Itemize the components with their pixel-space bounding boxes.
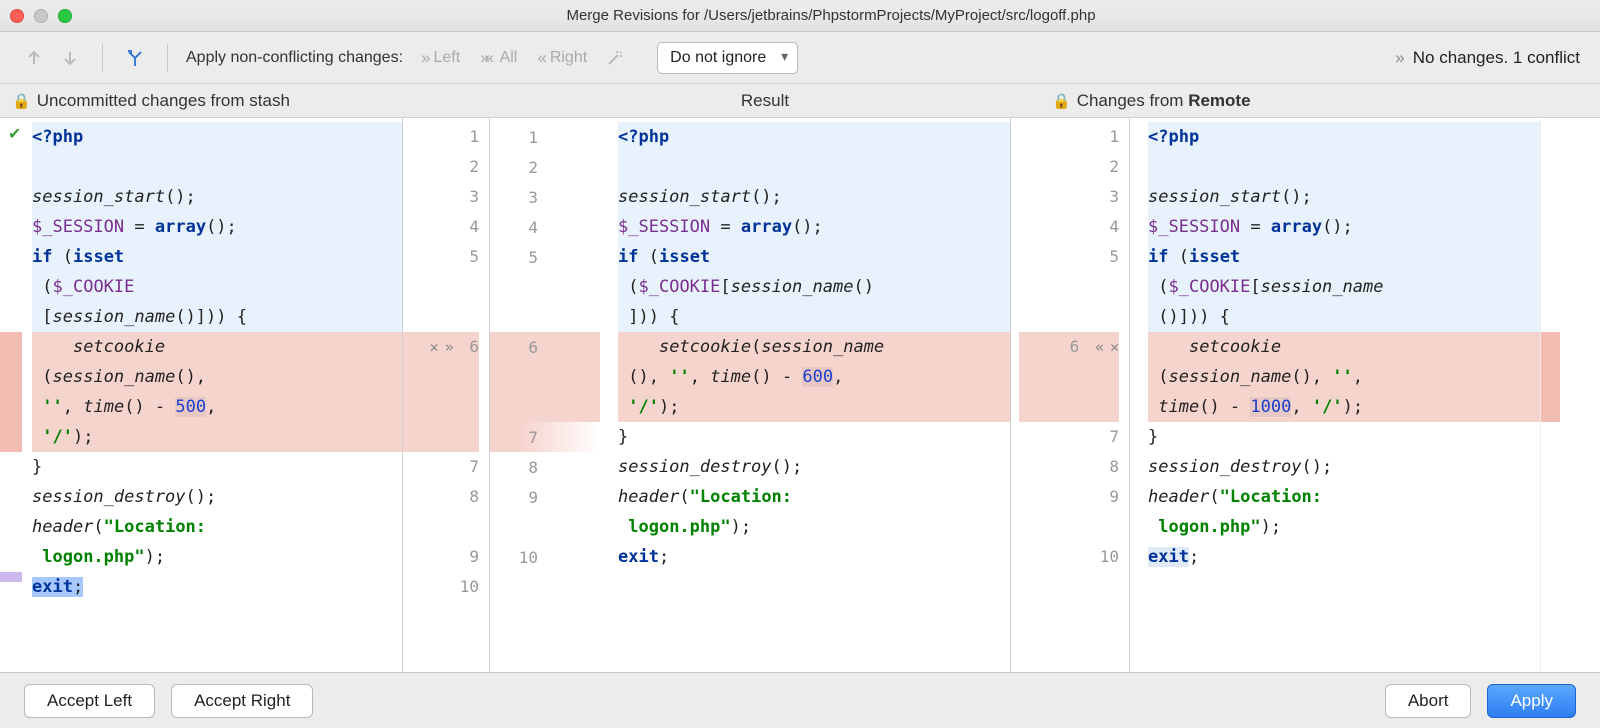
left-gutter: 12345 ✕» 6 78910: [402, 118, 490, 672]
window-title: Merge Revisions for /Users/jetbrains/Php…: [72, 7, 1590, 24]
lock-icon: 🔒: [12, 92, 31, 110]
result-code[interactable]: <?php session_start(); $_SESSION = array…: [600, 118, 1010, 576]
previous-diff-icon[interactable]: [20, 44, 48, 72]
right-gutter: 12345 6 «✕ 78910: [1010, 118, 1130, 672]
left-pane[interactable]: ✔ <?php session_start(); $_SESSION = arr…: [0, 118, 402, 672]
reject-icon[interactable]: ✕: [1110, 332, 1119, 362]
next-diff-icon[interactable]: [56, 44, 84, 72]
left-pane-header: 🔒 Uncommitted changes from stash: [0, 91, 490, 111]
right-code[interactable]: <?php session_start(); $_SESSION = array…: [1130, 118, 1540, 576]
result-pane[interactable]: ✔ <?php session_start(); $_SESSION = arr…: [600, 118, 1010, 672]
merge-panes: ✔ <?php session_start(); $_SESSION = arr…: [0, 118, 1600, 672]
right-pane[interactable]: ✔ <?php session_start(); $_SESSION = arr…: [1130, 118, 1540, 672]
apply-button[interactable]: Apply: [1487, 684, 1576, 718]
accept-left-arrow-icon[interactable]: «: [1095, 332, 1104, 362]
right-pane-header: 🔒 Changes from Remote: [1040, 91, 1600, 111]
mid-pane-header: Result: [490, 91, 1040, 111]
right-edge-strip: [1540, 118, 1560, 672]
left-code[interactable]: <?php session_start(); $_SESSION = array…: [0, 118, 402, 606]
maximize-window-button[interactable]: [58, 9, 72, 23]
accept-left-button[interactable]: Accept Left: [24, 684, 155, 718]
abort-button[interactable]: Abort: [1385, 684, 1472, 718]
reject-icon[interactable]: ✕: [430, 332, 439, 362]
apply-all-button[interactable]: »« All: [474, 48, 523, 68]
ignore-select-wrap: Do not ignore: [657, 42, 798, 74]
close-window-button[interactable]: [10, 9, 24, 23]
apply-right-button[interactable]: «Right: [531, 48, 593, 68]
ignore-select[interactable]: Do not ignore: [657, 42, 798, 74]
apply-label: Apply non-conflicting changes:: [186, 49, 403, 67]
accept-right-arrow-icon[interactable]: »: [445, 332, 454, 362]
separator: [167, 44, 168, 72]
minimize-window-button[interactable]: [34, 9, 48, 23]
titlebar: Merge Revisions for /Users/jetbrains/Php…: [0, 0, 1600, 32]
toolbar: Apply non-conflicting changes: »Left »« …: [0, 32, 1600, 84]
merge-icon[interactable]: [121, 44, 149, 72]
accept-right-button[interactable]: Accept Right: [171, 684, 313, 718]
lock-icon: 🔒: [1052, 92, 1071, 110]
window-controls: [10, 9, 72, 23]
status-text: » No changes. 1 conflict: [1395, 48, 1580, 68]
footer: Accept Left Accept Right Abort Apply: [0, 672, 1600, 728]
magic-wand-icon[interactable]: [601, 44, 629, 72]
separator: [102, 44, 103, 72]
gap-left-mid: 1 2 3 4 5 6 7 8 9 10: [490, 118, 600, 672]
apply-left-button[interactable]: »Left: [415, 48, 466, 68]
pane-headers: 🔒 Uncommitted changes from stash Result …: [0, 84, 1600, 118]
